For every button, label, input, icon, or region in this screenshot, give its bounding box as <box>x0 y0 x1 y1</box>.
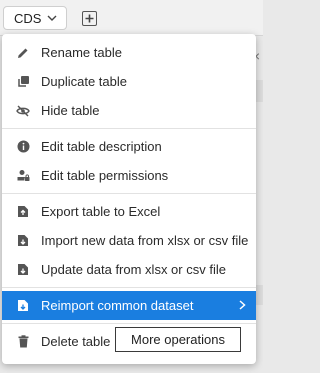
menu-item-update-data[interactable]: Update data from xlsx or csv file <box>2 255 256 284</box>
table-context-menu: Rename table Duplicate table Hide table … <box>2 34 256 364</box>
background-cell <box>256 80 263 102</box>
eye-off-icon <box>16 104 30 118</box>
menu-item-label: Edit table description <box>41 139 162 154</box>
menu-item-label: Delete table <box>41 334 111 349</box>
background-cell <box>256 285 263 305</box>
duplicate-icon <box>16 75 30 89</box>
plus-icon <box>85 14 94 23</box>
import-icon <box>16 263 30 277</box>
table-tab[interactable]: CDS <box>3 6 67 30</box>
menu-item-label: Edit table permissions <box>41 168 169 183</box>
menu-divider <box>2 323 256 324</box>
menu-item-duplicate-table[interactable]: Duplicate table <box>2 67 256 96</box>
info-icon <box>16 140 30 154</box>
menu-item-label: Export table to Excel <box>41 204 161 219</box>
menu-item-label: Update data from xlsx or csv file <box>41 262 226 277</box>
import-icon <box>16 234 30 248</box>
lock-person-icon <box>16 169 30 183</box>
menu-item-hide-table[interactable]: Hide table <box>2 96 256 125</box>
menu-item-label: Duplicate table <box>41 74 127 89</box>
pencil-icon <box>16 46 30 60</box>
table-tab-label: CDS <box>14 10 42 26</box>
chevron-right-icon <box>239 298 246 313</box>
tooltip-text: More operations <box>131 332 225 347</box>
menu-item-label: Hide table <box>41 103 100 118</box>
more-operations-tooltip: More operations <box>115 327 241 352</box>
menu-divider <box>2 128 256 129</box>
menu-item-edit-table-description[interactable]: Edit table description <box>2 132 256 161</box>
reimport-icon <box>16 299 30 313</box>
menu-item-label: Rename table <box>41 45 122 60</box>
app-window: CDS × Rename table Duplicate table <box>0 0 263 373</box>
menu-divider <box>2 193 256 194</box>
menu-item-label: Reimport common dataset <box>41 298 194 313</box>
menu-item-edit-table-permissions[interactable]: Edit table permissions <box>2 161 256 190</box>
export-icon <box>16 205 30 219</box>
add-table-button[interactable] <box>82 11 97 26</box>
menu-item-rename-table[interactable]: Rename table <box>2 38 256 67</box>
menu-item-reimport-common-dataset[interactable]: Reimport common dataset <box>2 291 256 320</box>
chevron-down-icon[interactable] <box>47 15 57 22</box>
menu-item-label: Import new data from xlsx or csv file <box>41 233 249 248</box>
menu-item-import-new-data[interactable]: Import new data from xlsx or csv file <box>2 226 256 255</box>
trash-icon <box>16 335 30 349</box>
table-tab-bar: CDS <box>0 0 263 36</box>
menu-item-export-table-to-excel[interactable]: Export table to Excel <box>2 197 256 226</box>
menu-divider <box>2 287 256 288</box>
